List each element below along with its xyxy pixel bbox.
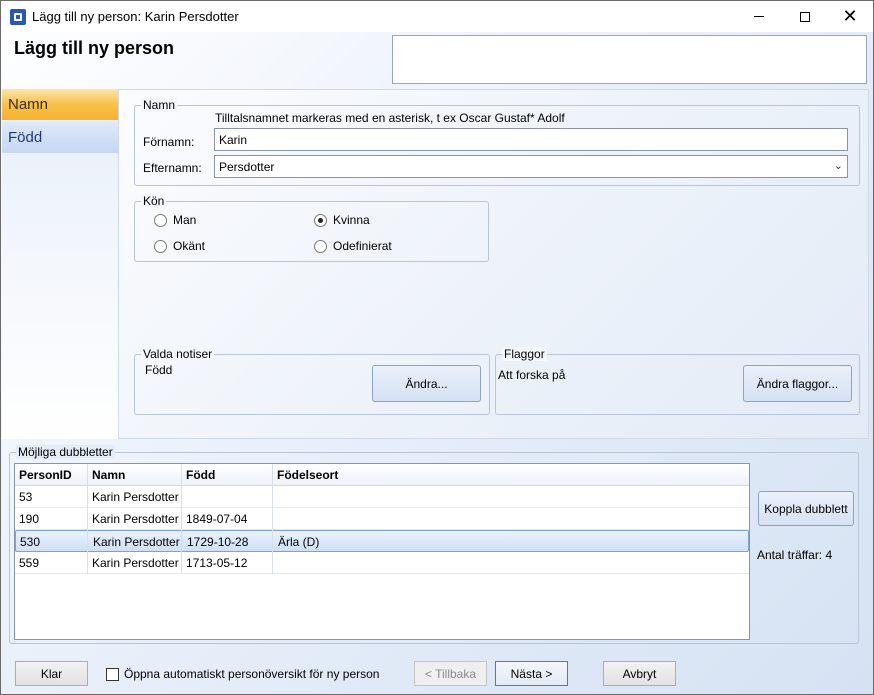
cell-namn: Karin Persdotter: [92, 490, 179, 504]
cancel-button[interactable]: Avbryt: [603, 661, 676, 686]
close-button[interactable]: ✕: [827, 1, 873, 32]
title-bar: Lägg till ny person: Karin Persdotter ✕: [1, 1, 873, 32]
cell-fodd: 1729-10-28: [187, 535, 249, 549]
column-divider: [181, 464, 182, 486]
table-row-selected[interactable]: 530 Karin Persdotter 1729-10-28 Ärla (D): [15, 530, 749, 552]
column-header-namn[interactable]: Namn: [88, 464, 181, 486]
cell-namn: Karin Persdotter: [93, 535, 180, 549]
radio-odefinierat[interactable]: [314, 239, 327, 253]
notes-group-legend: Valda notiser: [141, 347, 215, 361]
nav-item-namn[interactable]: Namn: [2, 89, 118, 120]
next-button[interactable]: Nästa >: [495, 661, 568, 686]
edit-notes-button[interactable]: Ändra...: [372, 365, 481, 402]
first-name-field[interactable]: Karin: [214, 128, 848, 151]
cell-namn: Karin Persdotter: [92, 512, 179, 526]
last-name-value: Persdotter: [219, 160, 275, 174]
cell-personid: 53: [19, 490, 33, 504]
table-header: PersonID Namn Född Födelseort: [15, 464, 749, 486]
side-nav: Namn Född: [2, 89, 118, 439]
auto-open-label: Öppna automatiskt personöversikt för ny …: [124, 667, 380, 681]
cell-fodd: 1713-05-12: [186, 556, 248, 570]
duplicates-legend: Möjliga dubbletter: [16, 445, 115, 459]
table-row[interactable]: 190 Karin Persdotter 1849-07-04: [15, 508, 749, 530]
done-button[interactable]: Klar: [15, 661, 88, 686]
radio-kvinna-label: Kvinna: [333, 213, 370, 227]
name-group-legend: Namn: [141, 98, 178, 112]
gender-option-kvinna[interactable]: Kvinna: [314, 213, 370, 227]
cell-personid: 190: [19, 512, 40, 526]
gender-group-legend: Kön: [141, 194, 167, 208]
gender-option-odefinierat[interactable]: Odefinierat: [314, 239, 392, 253]
column-divider: [87, 464, 88, 486]
column-header-fodelseort[interactable]: Födelseort: [273, 464, 473, 486]
radio-okant[interactable]: [154, 239, 167, 253]
minimize-button[interactable]: [736, 1, 782, 32]
window-title: Lägg till ny person: Karin Persdotter: [32, 9, 239, 24]
radio-man[interactable]: [154, 213, 167, 227]
flags-group: Flaggor Att forska på Ändra flaggor...: [495, 347, 860, 415]
cell-namn: Karin Persdotter: [92, 556, 179, 570]
app-icon: [10, 9, 26, 25]
last-name-combobox[interactable]: Persdotter ⌄: [214, 155, 848, 178]
notes-value: Född: [145, 363, 173, 377]
gender-option-okant[interactable]: Okänt: [154, 239, 205, 253]
notes-group: Valda notiser Född Ändra...: [134, 347, 490, 415]
minimize-icon: [754, 16, 764, 17]
page-title: Lägg till ny person: [14, 38, 175, 58]
column-divider: [87, 486, 88, 574]
radio-okant-label: Okänt: [173, 239, 206, 253]
name-group: Namn Tilltalsnamnet markeras med en aste…: [134, 98, 860, 186]
column-header-personid[interactable]: PersonID: [15, 464, 87, 486]
dialog-window: Lägg till ny person: Karin Persdotter ✕ …: [0, 0, 874, 695]
column-header-fodd[interactable]: Född: [182, 464, 272, 486]
table-row[interactable]: 559 Karin Persdotter 1713-05-12: [15, 552, 749, 574]
hits-count: Antal träffar: 4: [757, 548, 833, 562]
auto-open-option[interactable]: Öppna automatiskt personöversikt för ny …: [106, 667, 379, 681]
maximize-button[interactable]: [782, 1, 828, 32]
link-duplicate-button[interactable]: Koppla dubblett: [758, 491, 854, 526]
table-row[interactable]: 53 Karin Persdotter: [15, 486, 749, 508]
cell-fodelseort: [273, 508, 473, 530]
header-info-box: [392, 35, 867, 84]
radio-kvinna[interactable]: [314, 213, 327, 227]
auto-open-checkbox[interactable]: [106, 667, 119, 681]
cell-fodelseort: Ärla (D): [278, 535, 320, 549]
flags-group-legend: Flaggor: [502, 347, 547, 361]
first-name-label: Förnamn:: [143, 135, 195, 149]
close-icon: ✕: [842, 5, 858, 27]
gender-option-man[interactable]: Man: [154, 213, 196, 227]
back-button[interactable]: < Tillbaka: [414, 661, 487, 686]
gender-group: Kön Man Kvinna Okänt Odefinierat: [134, 194, 489, 262]
cell-fodd: [182, 486, 272, 508]
cell-personid: 530: [20, 535, 41, 549]
edit-flags-button[interactable]: Ändra flaggor...: [743, 365, 852, 402]
column-divider: [272, 464, 273, 486]
name-hint: Tilltalsnamnet markeras med en asterisk,…: [215, 111, 565, 125]
radio-man-label: Man: [173, 213, 197, 227]
cell-fodd: 1849-07-04: [186, 512, 248, 526]
chevron-down-icon[interactable]: ⌄: [834, 159, 843, 173]
cell-personid: 559: [19, 556, 40, 570]
maximize-icon: [800, 11, 810, 22]
duplicates-table: PersonID Namn Född Födelseort 53 Karin P…: [14, 463, 750, 640]
column-divider: [272, 486, 273, 574]
cell-fodelseort: [273, 552, 473, 574]
cell-fodelseort: [273, 486, 473, 508]
main-panel: Namn Tilltalsnamnet markeras med en aste…: [118, 89, 869, 439]
radio-odefinierat-label: Odefinierat: [333, 239, 392, 253]
last-name-label: Efternamn:: [143, 161, 202, 175]
column-divider: [181, 486, 182, 574]
nav-item-fodd[interactable]: Född: [2, 122, 118, 153]
flags-value: Att forska på: [498, 368, 566, 382]
